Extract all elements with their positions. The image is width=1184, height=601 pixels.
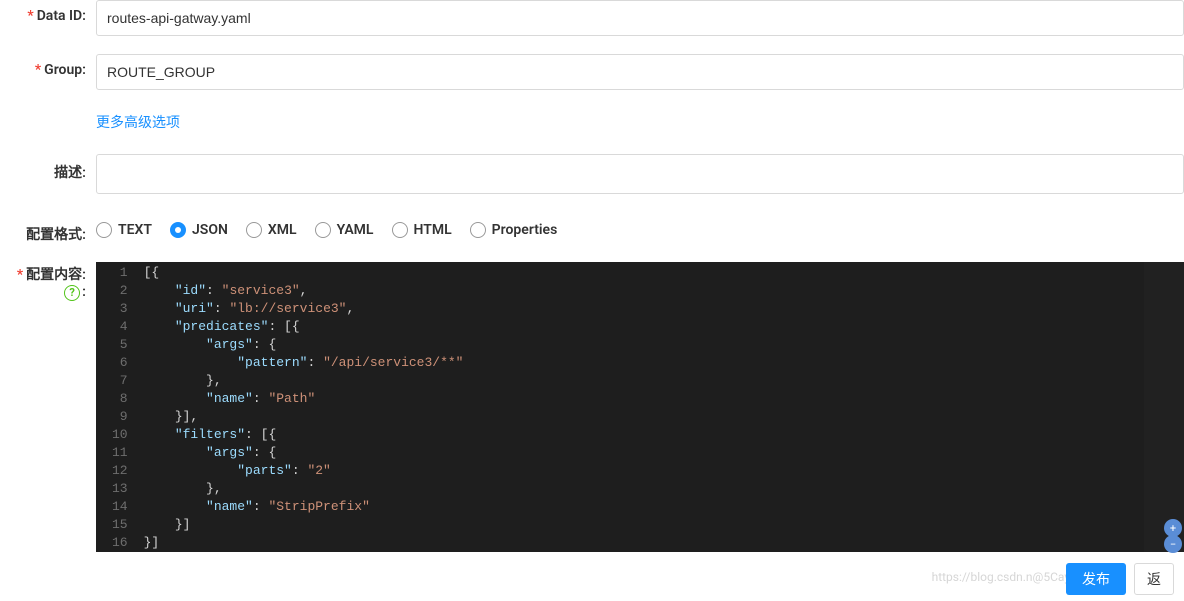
format-radio-properties[interactable]: Properties	[470, 222, 558, 238]
code-line[interactable]: }]	[140, 534, 1184, 552]
publish-button[interactable]: 发布	[1066, 563, 1126, 595]
radio-label: YAML	[337, 222, 374, 238]
radio-icon	[392, 222, 408, 238]
code-line[interactable]: },	[140, 372, 1184, 390]
radio-icon	[470, 222, 486, 238]
format-radio-yaml[interactable]: YAML	[315, 222, 374, 238]
code-line[interactable]: "args": {	[140, 444, 1184, 462]
code-line[interactable]: "parts": "2"	[140, 462, 1184, 480]
code-line[interactable]: "name": "StripPrefix"	[140, 498, 1184, 516]
code-line[interactable]: "name": "Path"	[140, 390, 1184, 408]
radio-label: TEXT	[118, 222, 152, 238]
group-label: *Group:	[0, 54, 96, 78]
code-line[interactable]: "id": "service3",	[140, 282, 1184, 300]
code-line[interactable]: "args": {	[140, 336, 1184, 354]
code-line[interactable]: [{	[140, 264, 1184, 282]
format-radio-html[interactable]: HTML	[392, 222, 452, 238]
radio-icon	[246, 222, 262, 238]
code-line[interactable]: },	[140, 480, 1184, 498]
radio-icon	[315, 222, 331, 238]
radio-icon	[96, 222, 112, 238]
radio-label: XML	[268, 222, 297, 238]
radio-label: HTML	[414, 222, 452, 238]
radio-label: Properties	[492, 222, 558, 238]
group-input[interactable]	[96, 54, 1184, 90]
help-icon[interactable]: ?	[64, 285, 80, 301]
code-line[interactable]: "uri": "lb://service3",	[140, 300, 1184, 318]
format-radio-xml[interactable]: XML	[246, 222, 297, 238]
code-line[interactable]: "pattern": "/api/service3/**"	[140, 354, 1184, 372]
code-line[interactable]: }],	[140, 408, 1184, 426]
radio-icon	[170, 222, 186, 238]
code-line[interactable]: }]	[140, 516, 1184, 534]
format-radio-json[interactable]: JSON	[170, 222, 228, 238]
description-input[interactable]	[96, 154, 1184, 194]
data-id-input[interactable]	[96, 0, 1184, 36]
format-radio-text[interactable]: TEXT	[96, 222, 152, 238]
code-line[interactable]: "predicates": [{	[140, 318, 1184, 336]
content-label: *配置内容: ?:	[0, 262, 96, 301]
more-options-link[interactable]: 更多高级选项	[96, 108, 180, 136]
radio-label: JSON	[192, 222, 228, 238]
float-minus-button[interactable]: −	[1164, 535, 1182, 553]
format-label: 配置格式:	[0, 216, 96, 244]
data-id-label: *Data ID:	[0, 0, 96, 24]
description-label: 描述:	[0, 154, 96, 182]
code-line[interactable]: "filters": [{	[140, 426, 1184, 444]
code-editor[interactable]: 12345678910111213141516 [{ "id": "servic…	[96, 262, 1184, 552]
minimap	[1144, 262, 1184, 552]
back-button[interactable]: 返	[1134, 563, 1174, 595]
